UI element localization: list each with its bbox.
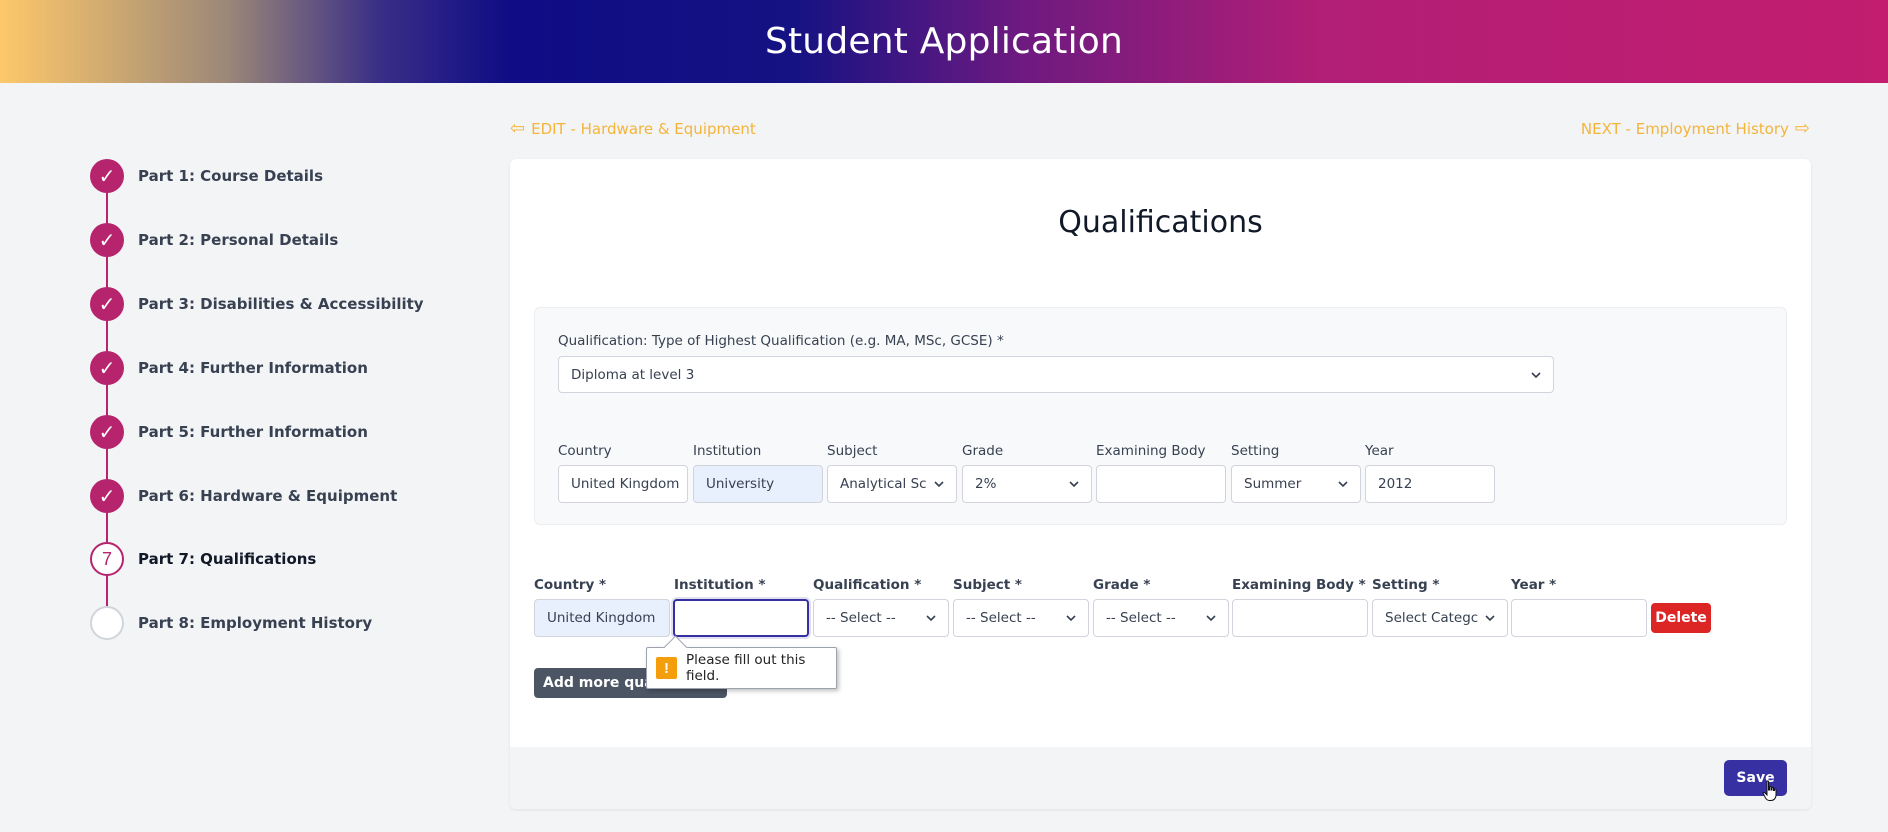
step-4[interactable]: ✓ Part 4: Further Information (90, 351, 368, 385)
app-header: Student Application (0, 0, 1888, 83)
step-label: Part 6: Hardware & Equipment (138, 487, 398, 505)
new-country-field[interactable]: United Kingdom (534, 599, 670, 637)
new-qualification-label: Qualification * (813, 577, 922, 593)
chevron-down-icon (1529, 368, 1543, 382)
prev-link-label: EDIT - Hardware & Equipment (531, 119, 756, 138)
subject-label: Subject (827, 443, 878, 459)
check-icon: ✓ (90, 415, 124, 449)
year-label: Year (1365, 443, 1394, 459)
arrow-right-icon: ⇨ (1794, 118, 1810, 139)
new-qualification-value: -- Select -- (826, 610, 896, 626)
new-examining-body-label: Examining Body * (1232, 577, 1366, 593)
year-value: 2012 (1378, 476, 1413, 492)
new-grade-label: Grade * (1093, 577, 1151, 593)
step-number-icon: 7 (90, 542, 124, 576)
subject-select[interactable]: Analytical Sc (827, 465, 957, 503)
new-grade-select[interactable]: -- Select -- (1093, 599, 1229, 637)
empty-circle-icon (90, 606, 124, 640)
institution-label: Institution (693, 443, 762, 459)
examining-body-label: Examining Body (1096, 443, 1206, 459)
step-1[interactable]: ✓ Part 1: Course Details (90, 159, 323, 193)
existing-qualification-panel: Qualification: Type of Highest Qualifica… (534, 307, 1787, 525)
new-country-value: United Kingdom (547, 610, 656, 626)
examining-body-field[interactable] (1096, 465, 1226, 503)
setting-value: Summer (1244, 476, 1302, 492)
next-link[interactable]: NEXT - Employment History ⇨ (1581, 118, 1810, 139)
check-icon: ✓ (90, 159, 124, 193)
highest-qualification-label: Qualification: Type of Highest Qualifica… (558, 333, 1004, 349)
setting-label: Setting (1231, 443, 1280, 459)
check-icon: ✓ (90, 287, 124, 321)
chevron-down-icon (1067, 477, 1081, 491)
hand-pointer-icon (1762, 780, 1780, 807)
validation-message: Please fill out this field. (686, 652, 806, 684)
new-year-field[interactable] (1511, 599, 1647, 637)
chevron-down-icon (932, 477, 946, 491)
new-year-label: Year * (1511, 577, 1557, 593)
new-grade-value: -- Select -- (1106, 610, 1176, 626)
delete-button[interactable]: Delete (1651, 603, 1711, 633)
qualifications-card: Qualifications Qualification: Type of Hi… (510, 159, 1811, 809)
check-icon: ✓ (90, 351, 124, 385)
chevron-down-icon (1336, 477, 1350, 491)
next-link-label: NEXT - Employment History (1580, 119, 1789, 138)
step-6[interactable]: ✓ Part 6: Hardware & Equipment (90, 479, 397, 513)
subject-value: Analytical Sc (840, 476, 927, 492)
new-subject-label: Subject * (953, 577, 1022, 593)
grade-value: 2% (975, 476, 997, 492)
grade-label: Grade (962, 443, 1004, 459)
new-subject-select[interactable]: -- Select -- (953, 599, 1089, 637)
new-country-label: Country * (534, 577, 607, 593)
check-icon: ✓ (90, 479, 124, 513)
new-setting-value: Select Categc (1385, 610, 1479, 626)
highest-qualification-value: Diploma at level 3 (571, 366, 695, 383)
new-subject-value: -- Select -- (966, 610, 1036, 626)
chevron-down-icon (1204, 611, 1218, 625)
validation-tooltip: ! Please fill out this field. (646, 647, 837, 689)
new-setting-select[interactable]: Select Categc (1372, 599, 1508, 637)
check-icon: ✓ (90, 223, 124, 257)
step-label: Part 2: Personal Details (138, 231, 339, 249)
setting-select[interactable]: Summer (1231, 465, 1361, 503)
highest-qualification-select[interactable]: Diploma at level 3 (558, 356, 1554, 393)
institution-value: University (706, 476, 775, 492)
step-7[interactable]: 7 Part 7: Qualifications (90, 542, 316, 576)
step-2[interactable]: ✓ Part 2: Personal Details (90, 223, 338, 257)
step-3[interactable]: ✓ Part 3: Disabilities & Accessibility (90, 287, 424, 321)
country-field[interactable]: United Kingdom (558, 465, 688, 503)
new-institution-label: Institution * (674, 577, 766, 593)
year-field[interactable]: 2012 (1365, 465, 1495, 503)
step-label: Part 4: Further Information (138, 359, 368, 377)
new-setting-label: Setting * (1372, 577, 1440, 593)
chevron-down-icon (924, 611, 938, 625)
step-label: Part 3: Disabilities & Accessibility (138, 295, 424, 313)
step-5[interactable]: ✓ Part 5: Further Information (90, 415, 368, 449)
arrow-left-icon: ⇦ (510, 118, 526, 139)
step-label: Part 8: Employment History (138, 614, 373, 632)
new-qualification-select[interactable]: -- Select -- (813, 599, 949, 637)
grade-select[interactable]: 2% (962, 465, 1092, 503)
prev-link[interactable]: ⇦ EDIT - Hardware & Equipment (510, 118, 756, 139)
chevron-down-icon (1483, 611, 1497, 625)
step-label: Part 5: Further Information (138, 423, 368, 441)
step-label: Part 1: Course Details (138, 167, 324, 185)
country-value: United Kingdom (571, 476, 680, 492)
warning-icon: ! (656, 657, 677, 679)
app-title: Student Application (764, 21, 1124, 62)
step-8[interactable]: Part 8: Employment History (90, 606, 372, 640)
chevron-down-icon (1064, 611, 1078, 625)
new-institution-field[interactable] (673, 599, 809, 637)
new-examining-body-field[interactable] (1232, 599, 1368, 637)
institution-field[interactable]: University (693, 465, 823, 503)
country-label: Country (558, 443, 612, 459)
step-label: Part 7: Qualifications (138, 550, 317, 568)
page-title: Qualifications (1058, 205, 1263, 240)
card-footer (510, 747, 1811, 809)
